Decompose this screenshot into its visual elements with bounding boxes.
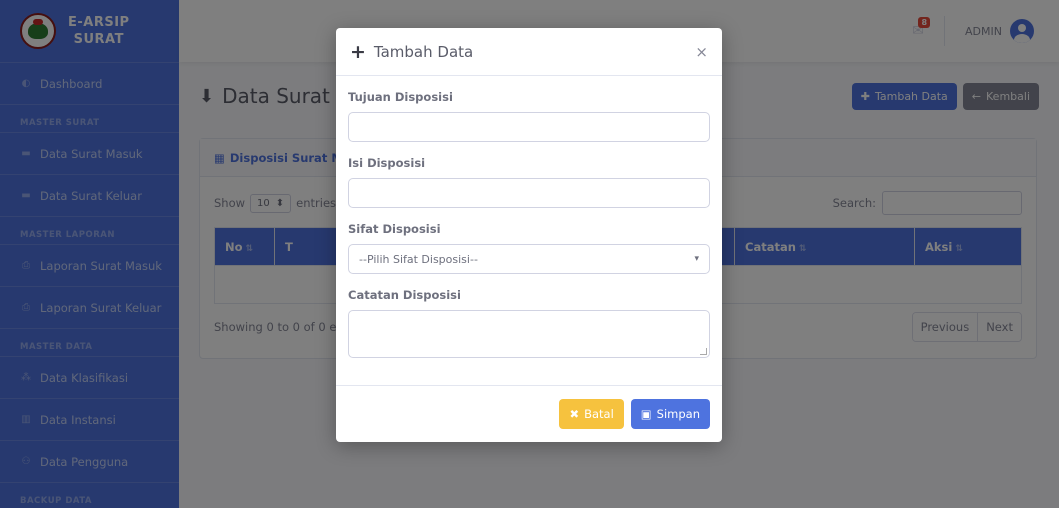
floppy-disk-icon: ▣ bbox=[640, 407, 652, 421]
save-button[interactable]: ▣ Simpan bbox=[630, 399, 710, 429]
tujuan-label: Tujuan Disposisi bbox=[348, 90, 453, 104]
isi-label: Isi Disposisi bbox=[348, 156, 426, 170]
tambah-data-modal: + Tambah Data × Tujuan Disposisi Isi Dis… bbox=[336, 28, 722, 442]
isi-disposisi-input[interactable] bbox=[348, 178, 710, 208]
plus-icon: + bbox=[350, 40, 366, 63]
sifat-disposisi-select[interactable]: --Pilih Sifat Disposisi-- ▾ bbox=[348, 244, 710, 274]
form-group-sifat: Sifat Disposisi --Pilih Sifat Disposisi-… bbox=[348, 222, 710, 274]
form-group-isi: Isi Disposisi bbox=[348, 156, 710, 208]
modal-footer: ✖ Batal ▣ Simpan bbox=[336, 386, 722, 442]
modal-title: + Tambah Data bbox=[350, 40, 474, 63]
sifat-label: Sifat Disposisi bbox=[348, 222, 441, 236]
form-group-tujuan: Tujuan Disposisi bbox=[348, 90, 710, 142]
close-icon: ✖ bbox=[569, 407, 580, 421]
chevron-down-icon: ▾ bbox=[694, 254, 699, 264]
modal-body: Tujuan Disposisi Isi Disposisi Sifat Dis… bbox=[336, 76, 722, 386]
tujuan-disposisi-input[interactable] bbox=[348, 112, 710, 142]
catatan-label: Catatan Disposisi bbox=[348, 288, 461, 302]
close-icon[interactable]: × bbox=[695, 43, 708, 61]
form-group-catatan: Catatan Disposisi bbox=[348, 288, 710, 358]
modal-header: + Tambah Data × bbox=[336, 28, 722, 76]
cancel-button[interactable]: ✖ Batal bbox=[559, 399, 624, 429]
catatan-disposisi-textarea[interactable] bbox=[348, 310, 710, 358]
